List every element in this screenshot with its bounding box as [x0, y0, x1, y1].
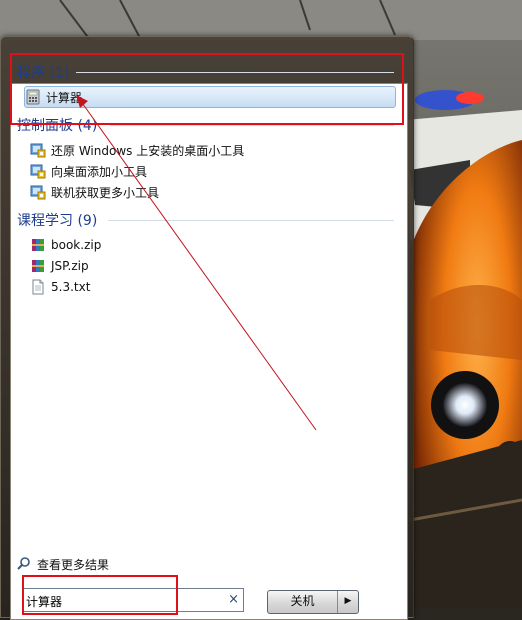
group-divider — [108, 220, 394, 221]
gadget-icon — [30, 142, 46, 158]
result-item-label: 向桌面添加小工具 — [51, 164, 148, 179]
result-item-jsp-zip[interactable]: JSP.zip — [30, 256, 400, 276]
result-item-add-gadgets[interactable]: 向桌面添加小工具 — [30, 161, 400, 181]
gadget-icon — [30, 184, 46, 200]
annotation-highlight-search-box — [22, 575, 178, 615]
text-file-icon — [30, 279, 46, 295]
result-item-restore-gadgets[interactable]: 还原 Windows 上安装的桌面小工具 — [30, 140, 400, 160]
group-divider — [110, 125, 394, 126]
result-item-label: 还原 Windows 上安装的桌面小工具 — [51, 143, 245, 158]
result-item-label: 5.3.txt — [51, 280, 91, 294]
result-item-label: JSP.zip — [51, 259, 89, 273]
see-more-results-link[interactable]: 查看更多结果 — [16, 554, 386, 574]
winrar-archive-icon — [30, 258, 46, 274]
shutdown-button-group: 关机 ▶ — [267, 590, 359, 614]
result-item-label: 联机获取更多小工具 — [51, 185, 160, 200]
group-header-course[interactable]: 课程学习 (9) — [17, 210, 97, 230]
gadget-icon — [30, 163, 46, 179]
winrar-archive-icon — [30, 237, 46, 253]
shutdown-button[interactable]: 关机 — [268, 591, 338, 613]
shutdown-options-arrow[interactable]: ▶ — [338, 591, 358, 613]
annotation-highlight-programs — [10, 53, 404, 125]
result-item-5-3-txt[interactable]: 5.3.txt — [30, 277, 400, 297]
result-item-book-zip[interactable]: book.zip — [30, 235, 400, 255]
see-more-results-label: 查看更多结果 — [37, 557, 110, 572]
clear-search-button[interactable]: × — [228, 592, 239, 607]
result-item-get-more-gadgets[interactable]: 联机获取更多小工具 — [30, 182, 400, 202]
search-icon — [16, 556, 32, 572]
result-item-label: book.zip — [51, 238, 102, 252]
